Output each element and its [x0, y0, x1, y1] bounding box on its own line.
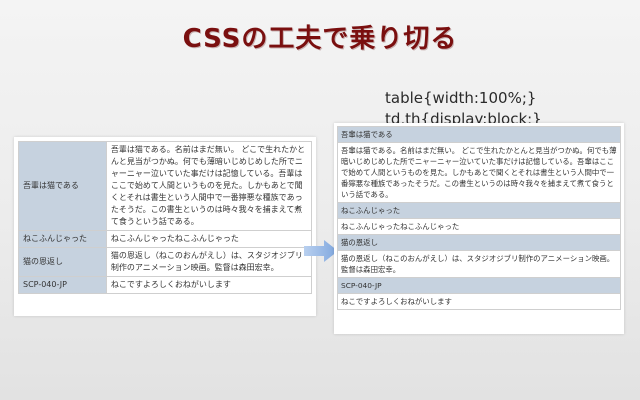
- table-data-cell: ねこふんじゃったねこふんじゃった: [105, 230, 313, 248]
- table-header-cell: SCP-040-JP: [18, 276, 107, 294]
- table-row: SCP-040-JP ねこですよろしくおねがいします: [18, 276, 313, 294]
- table-data-cell: 吾輩は猫である。名前はまだ無い。 どこで生れたかとんと見当がつかぬ。何でも薄暗い…: [337, 143, 621, 203]
- table-after-panel: 吾輩は猫である 吾輩は猫である。名前はまだ無い。 どこで生れたかとんと見当がつか…: [334, 123, 624, 334]
- table-data-cell: 吾輩は猫である。名前はまだ無い。 どこで生れたかとんと見当がつかぬ。何でも薄暗い…: [105, 141, 313, 231]
- right-arrow-icon: [304, 240, 338, 262]
- table-before-panel: 吾輩は猫である 吾輩は猫である。名前はまだ無い。 どこで生れたかとんと見当がつか…: [14, 137, 316, 316]
- table-header-cell: SCP-040-JP: [337, 278, 621, 294]
- table-row: ねこふんじゃった ねこふんじゃったねこふんじゃった: [18, 230, 313, 248]
- table-row: 吾輩は猫である 吾輩は猫である。名前はまだ無い。 どこで生れたかとんと見当がつか…: [18, 141, 313, 231]
- table-header-cell: 吾輩は猫である: [18, 141, 107, 231]
- table-header-cell: ねこふんじゃった: [337, 203, 621, 219]
- table-data-cell: ねこですよろしくおねがいします: [105, 276, 313, 294]
- table-data-cell: 猫の恩返し（ねこのおんがえし）は、スタジオジブリ制作のアニメーション映画。監督は…: [105, 247, 313, 277]
- table-before: 吾輩は猫である 吾輩は猫である。名前はまだ無い。 どこで生れたかとんと見当がつか…: [18, 141, 313, 294]
- table-data-cell: ねこふんじゃったねこふんじゃった: [337, 219, 621, 235]
- css-code-line: table{width:100%;}: [385, 89, 537, 107]
- slide-title: CSSの工夫で乗り切る: [182, 24, 458, 54]
- table-row: 猫の恩返し 猫の恩返し（ねこのおんがえし）は、スタジオジブリ制作のアニメーション…: [18, 247, 313, 277]
- table-data-cell: ねこですよろしくおねがいします: [337, 294, 621, 310]
- table-header-cell: 猫の恩返し: [18, 247, 107, 277]
- table-after: 吾輩は猫である 吾輩は猫である。名前はまだ無い。 どこで生れたかとんと見当がつか…: [337, 126, 621, 310]
- table-data-cell: 猫の恩返し（ねこのおんがえし）は、スタジオジブリ制作のアニメーション映画。監督は…: [337, 251, 621, 278]
- table-header-cell: 吾輩は猫である: [337, 126, 621, 143]
- table-header-cell: ねこふんじゃった: [18, 230, 107, 248]
- table-header-cell: 猫の恩返し: [337, 235, 621, 251]
